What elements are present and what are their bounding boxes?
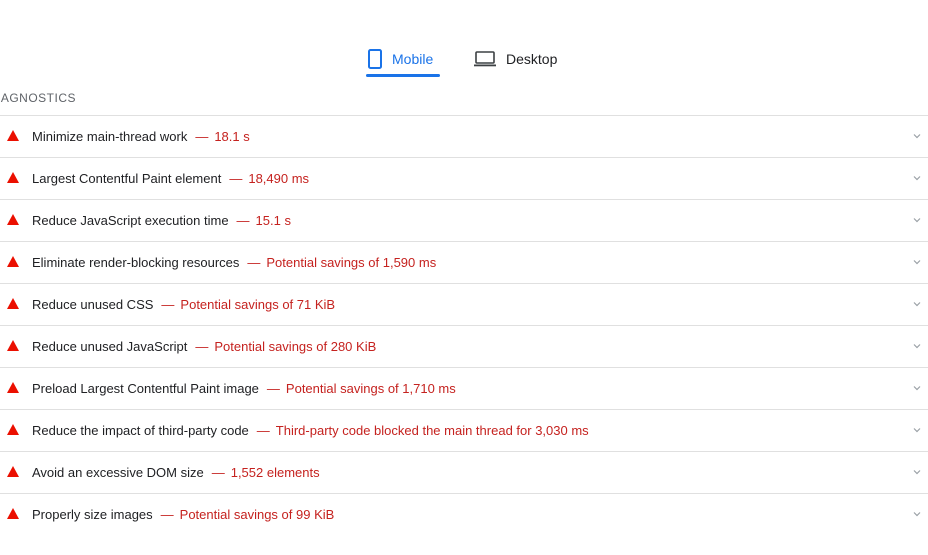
audit-separator: — (229, 171, 243, 186)
audit-separator: — (211, 465, 225, 480)
audit-value: 18.1 s (214, 129, 250, 144)
fail-triangle-icon (7, 508, 19, 519)
chevron-down-icon[interactable] (912, 509, 922, 519)
audit-row[interactable]: Avoid an excessive DOM size — 1,552 elemen… (0, 451, 928, 493)
fail-triangle-icon (7, 214, 19, 225)
audit-value: Potential savings of 99 KiB (179, 507, 335, 522)
audit-value: 15.1 s (255, 213, 291, 228)
audit-title: Avoid an excessive DOM size (32, 465, 204, 480)
audit-separator: — (256, 423, 270, 438)
chevron-down-icon[interactable] (912, 173, 922, 183)
audit-row[interactable]: Reduce unused CSS — Potential savings of 7… (0, 283, 928, 325)
fail-triangle-icon (7, 130, 19, 141)
tab-desktop-label: Desktop (506, 51, 558, 67)
audit-row[interactable]: Properly size images — Potential savings o… (0, 493, 928, 535)
tab-mobile[interactable]: Mobile (368, 40, 433, 78)
audit-row[interactable]: Largest Contentful Paint element — 18,490 … (0, 157, 928, 199)
lighthouse-report: Mobile Desktop IAGNOSTICS Minimize main-… (0, 0, 928, 555)
active-tab-indicator (366, 74, 440, 77)
audit-row[interactable]: Preload Largest Contentful Paint image — P… (0, 367, 928, 409)
chevron-down-icon[interactable] (912, 467, 922, 477)
audit-title: Minimize main-thread work (32, 129, 188, 144)
audit-row[interactable]: Minimize main-thread work — 18.1 s (0, 115, 928, 157)
device-tabs: Mobile Desktop (0, 40, 928, 80)
audit-row[interactable]: Eliminate render-blocking resources — Pote… (0, 241, 928, 283)
audit-title: Preload Largest Contentful Paint image (32, 381, 259, 396)
audit-value: 1,552 elements (230, 465, 320, 480)
fail-triangle-icon (7, 172, 19, 183)
chevron-down-icon[interactable] (912, 257, 922, 267)
audit-separator: — (236, 213, 250, 228)
audit-title: Largest Contentful Paint element (32, 171, 222, 186)
audit-value: 18,490 ms (248, 171, 310, 186)
audit-title: Reduce JavaScript execution time (32, 213, 229, 228)
fail-triangle-icon (7, 340, 19, 351)
audit-value: Third-party code blocked the main thread… (275, 423, 589, 438)
audit-value: Potential savings of 71 KiB (180, 297, 336, 312)
audit-value: Potential savings of 280 KiB (214, 339, 377, 354)
chevron-down-icon[interactable] (912, 425, 922, 435)
chevron-down-icon[interactable] (912, 299, 922, 309)
audit-row[interactable]: Reduce the impact of third-party code — Th… (0, 409, 928, 451)
audit-row[interactable]: Reduce unused JavaScript — Potential savin… (0, 325, 928, 367)
audit-title: Reduce unused CSS (32, 297, 154, 312)
smartphone-icon (368, 49, 382, 69)
audit-separator: — (266, 381, 280, 396)
chevron-down-icon[interactable] (912, 341, 922, 351)
section-title: IAGNOSTICS (0, 91, 77, 105)
chevron-down-icon[interactable] (912, 215, 922, 225)
fail-triangle-icon (7, 298, 19, 309)
audit-separator: — (161, 297, 175, 312)
fail-triangle-icon (7, 466, 19, 477)
fail-triangle-icon (7, 424, 19, 435)
chevron-down-icon[interactable] (912, 383, 922, 393)
audit-separator: — (160, 507, 174, 522)
audit-title: Eliminate render-blocking resources (32, 255, 240, 270)
audit-title: Properly size images (32, 507, 153, 522)
tab-mobile-label: Mobile (392, 51, 434, 67)
fail-triangle-icon (7, 382, 19, 393)
audit-separator: — (195, 129, 209, 144)
audit-value: Potential savings of 1,590 ms (266, 255, 437, 270)
fail-triangle-icon (7, 256, 19, 267)
audit-separator: — (195, 339, 209, 354)
audit-title: Reduce unused JavaScript (32, 339, 188, 354)
audit-list: Minimize main-thread work — 18.1 s Largest… (0, 115, 928, 535)
audit-title: Reduce the impact of third-party code (32, 423, 249, 438)
audit-separator: — (247, 255, 261, 270)
chevron-down-icon[interactable] (912, 131, 922, 141)
audit-row[interactable]: Reduce JavaScript execution time — 15.1 s (0, 199, 928, 241)
audit-value: Potential savings of 1,710 ms (285, 381, 456, 396)
laptop-icon (474, 51, 496, 67)
tab-desktop[interactable]: Desktop (474, 40, 557, 78)
